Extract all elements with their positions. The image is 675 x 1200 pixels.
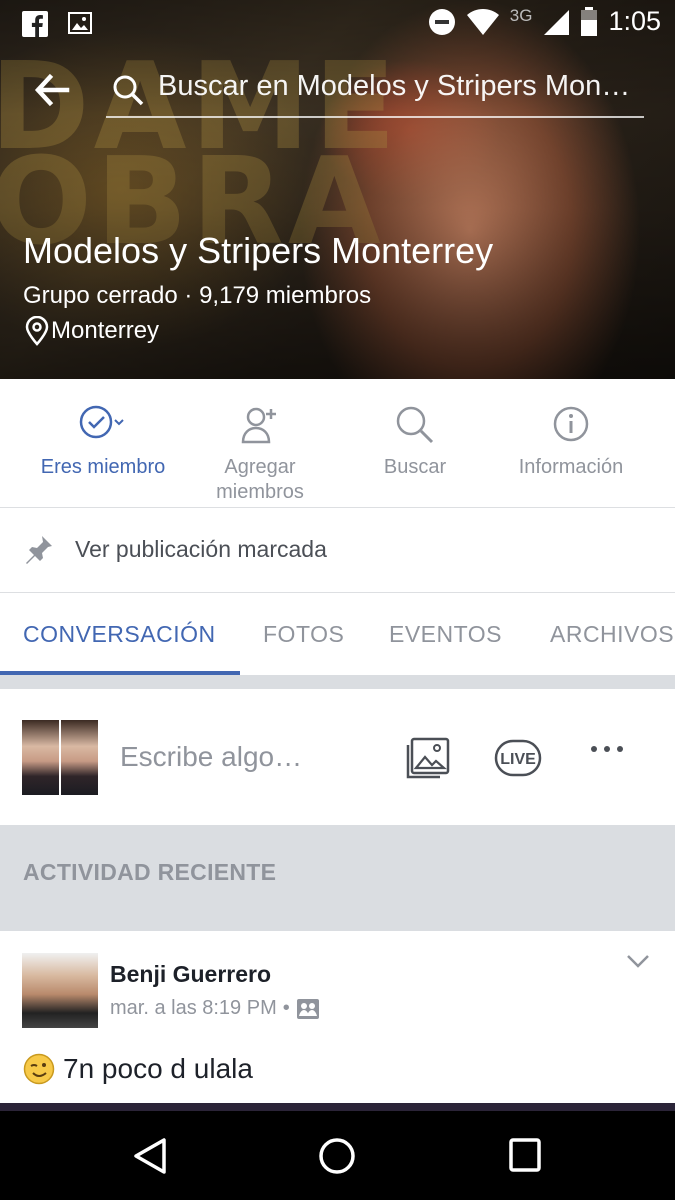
post-author-avatar[interactable]	[22, 953, 98, 1028]
pin-icon	[24, 534, 54, 564]
status-time: 1:05	[608, 6, 661, 36]
nav-home-icon[interactable]	[318, 1137, 356, 1175]
network-type: 3G	[509, 5, 533, 25]
group-search-bar[interactable]: Buscar en Modelos y Stripers Mon…	[0, 62, 675, 122]
info-icon	[552, 405, 590, 443]
wink-emoji-icon	[23, 1053, 55, 1085]
wifi-icon	[466, 8, 500, 36]
recent-activity-title: ACTIVIDAD RECIENTE	[23, 859, 277, 885]
tab-conversation[interactable]: CONVERSACIÓN	[23, 621, 216, 648]
recent-activity-header: ACTIVIDAD RECIENTE	[0, 825, 675, 931]
post-text: 7n poco d ulala	[63, 1053, 253, 1084]
more-options-icon[interactable]	[590, 745, 624, 753]
post-options-chevron-icon[interactable]	[626, 953, 650, 969]
group-audience-icon	[296, 998, 320, 1020]
group-info-button[interactable]: Información	[486, 379, 656, 507]
search-underline	[106, 116, 644, 118]
tabs-divider	[0, 675, 675, 689]
location-label: Monterrey	[51, 317, 160, 344]
group-tabs: CONVERSACIÓN FOTOS EVENTOS ARCHIVOS	[0, 593, 675, 675]
search-input[interactable]: Buscar en Modelos y Stripers Mon…	[158, 70, 643, 103]
post-author-name[interactable]: Benji Guerrero	[110, 961, 271, 988]
add-members-button[interactable]: Agregar miembros	[175, 379, 345, 507]
pinned-post-label: Ver publicación marcada	[75, 536, 327, 562]
check-circle-icon	[79, 405, 127, 439]
post-image-preview[interactable]	[0, 1103, 675, 1111]
search-group-button[interactable]: Buscar	[330, 379, 500, 507]
search-icon	[395, 405, 435, 445]
pinned-post-row[interactable]: Ver publicación marcada	[0, 508, 675, 593]
avatar-photo-left	[22, 720, 59, 795]
add-members-label-line1: Agregar	[224, 456, 296, 478]
group-location[interactable]: Monterrey	[23, 316, 159, 346]
facebook-notification-icon	[22, 11, 48, 37]
photo-gallery-icon[interactable]	[404, 737, 452, 781]
back-arrow-icon[interactable]	[34, 72, 70, 108]
search-icon	[112, 74, 144, 106]
user-avatar[interactable]	[22, 720, 98, 795]
location-pin-icon	[23, 316, 51, 346]
feed-post: Benji Guerrero mar. a las 8:19 PM • 7n p…	[0, 931, 675, 1111]
post-timestamp[interactable]: mar. a las 8:19 PM	[110, 997, 277, 1020]
avatar-photo-right	[61, 720, 98, 795]
add-members-label-line2: miembros	[216, 481, 304, 503]
group-actions: Eres miembro Agregar miembros Buscar Inf…	[0, 379, 675, 508]
post-meta: mar. a las 8:19 PM •	[110, 997, 320, 1020]
add-members-label: Agregar miembros	[175, 455, 345, 505]
nav-back-icon[interactable]	[132, 1137, 168, 1175]
system-navigation-bar	[0, 1111, 675, 1200]
nav-recents-icon[interactable]	[508, 1137, 542, 1173]
group-subtitle[interactable]: Grupo cerrado · 9,179 miembros	[23, 282, 371, 310]
tab-events[interactable]: EVENTOS	[389, 621, 502, 648]
live-video-button[interactable]: LIVE	[494, 739, 542, 777]
meta-separator: •	[282, 997, 290, 1019]
do-not-disturb-icon	[428, 8, 456, 36]
search-group-label: Buscar	[383, 456, 447, 478]
battery-icon	[580, 6, 598, 37]
member-status-label: Eres miembro	[40, 456, 166, 478]
cell-signal-icon	[542, 8, 570, 36]
group-info-label: Información	[518, 456, 624, 478]
member-status-button[interactable]: Eres miembro	[18, 379, 188, 507]
image-notification-icon	[68, 11, 92, 37]
status-bar: 3G 1:05	[0, 0, 675, 48]
live-label: LIVE	[500, 751, 536, 768]
tab-photos[interactable]: FOTOS	[263, 621, 344, 648]
tab-files[interactable]: ARCHIVOS	[550, 621, 674, 648]
group-title[interactable]: Modelos y Stripers Monterrey	[23, 230, 493, 272]
post-composer: Escribe algo… LIVE	[0, 689, 675, 825]
post-body: 7n poco d ulala	[23, 1053, 253, 1085]
add-person-icon	[240, 405, 280, 445]
composer-input[interactable]: Escribe algo…	[120, 741, 302, 773]
